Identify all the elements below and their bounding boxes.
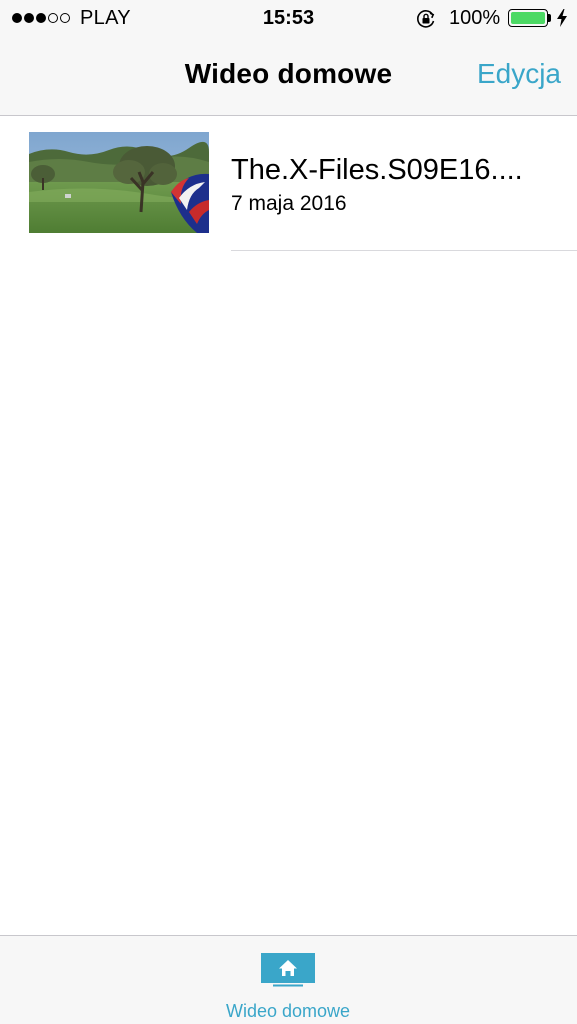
tab-home-videos[interactable]: Wideo domowe bbox=[188, 936, 388, 1024]
battery-tip bbox=[548, 14, 551, 22]
battery-icon bbox=[508, 9, 548, 27]
video-title: The.X-Files.S09E16.... bbox=[231, 154, 523, 186]
rotation-lock-icon bbox=[416, 10, 435, 28]
screen: PLAY 15:53 100% Wideo domowe Edycja The.… bbox=[0, 0, 577, 1024]
status-bar: PLAY 15:53 100% bbox=[0, 0, 577, 38]
row-separator bbox=[231, 250, 577, 251]
battery-level-fill bbox=[511, 12, 545, 24]
tab-bar: Wideo domowe bbox=[0, 935, 577, 1024]
home-icon bbox=[261, 953, 315, 987]
top-bar: PLAY 15:53 100% Wideo domowe Edycja bbox=[0, 0, 577, 116]
edit-button[interactable]: Edycja bbox=[477, 58, 561, 90]
landscape-tree-flag-thumbnail bbox=[29, 132, 209, 233]
battery-percentage: 100% bbox=[449, 7, 501, 29]
video-list: The.X-Files.S09E16.... 7 maja 2016 bbox=[0, 116, 577, 251]
bolt-icon bbox=[557, 9, 567, 27]
video-date: 7 maja 2016 bbox=[231, 192, 347, 215]
list-item[interactable]: The.X-Files.S09E16.... 7 maja 2016 bbox=[0, 116, 577, 251]
tab-label: Wideo domowe bbox=[225, 1001, 351, 1021]
video-thumbnail bbox=[29, 132, 209, 233]
